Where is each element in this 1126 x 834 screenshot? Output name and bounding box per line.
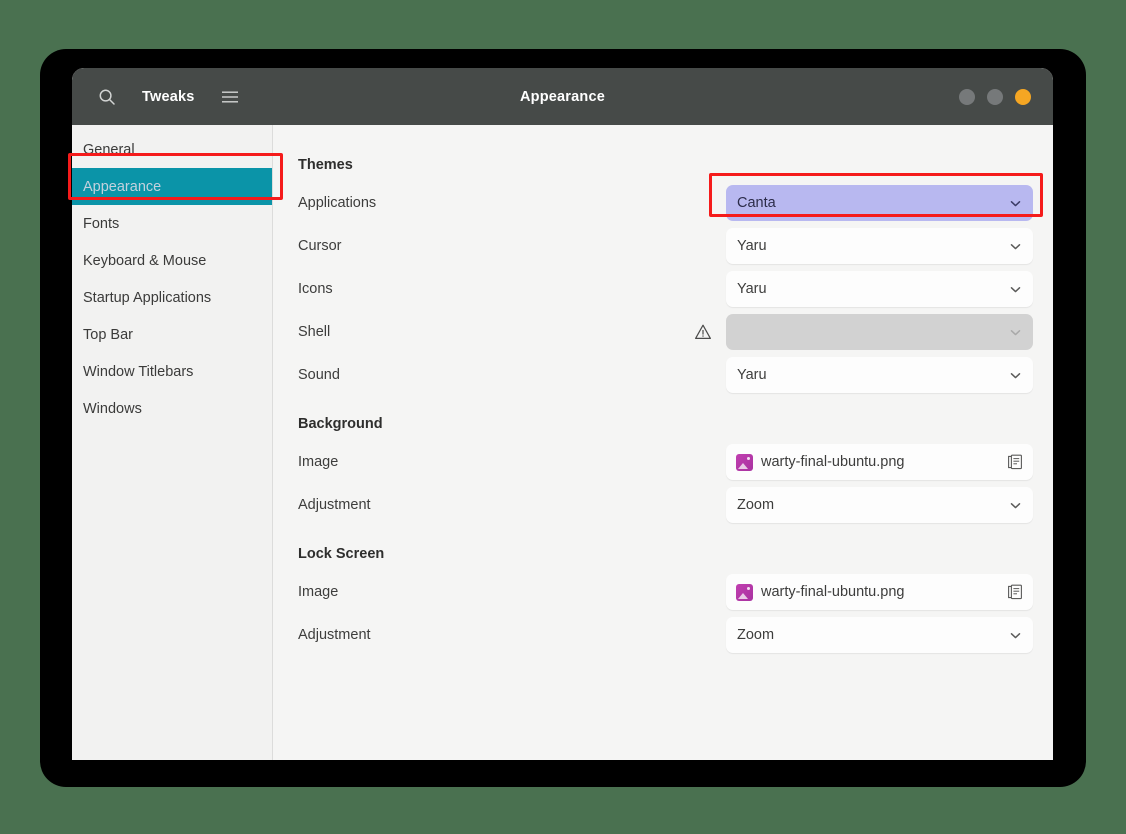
- sidebar-item-label: Appearance: [83, 178, 162, 195]
- sidebar-item-label: Fonts: [83, 215, 120, 232]
- minimize-button[interactable]: [959, 88, 975, 105]
- control-wrapper-themes-cursor: Yaru: [726, 228, 1033, 264]
- label-themes-cursor: Cursor: [298, 238, 342, 254]
- hamburger-menu-icon[interactable]: [217, 84, 243, 110]
- chevron-down-icon: [1009, 240, 1022, 253]
- chevron-down-icon: [1009, 499, 1022, 512]
- control-wrapper-themes-icons: Yaru: [726, 271, 1033, 307]
- section-title-lock-screen: Lock Screen: [298, 546, 385, 562]
- control-wrapper-themes-applications: Canta: [726, 185, 1033, 221]
- label-lock-screen-adjustment: Adjustment: [298, 627, 371, 643]
- combo-value-lock-screen-adjustment: Zoom: [737, 627, 775, 643]
- documents-picker-icon[interactable]: [1005, 582, 1025, 602]
- sidebar-item-top-bar[interactable]: Top Bar: [72, 316, 272, 353]
- combo-themes-applications[interactable]: Canta: [726, 185, 1033, 221]
- row-themes-applications: Applications Canta: [297, 182, 1033, 224]
- combo-value-themes-applications: Canta: [737, 195, 776, 211]
- sidebar-item-window-titlebars[interactable]: Window Titlebars: [72, 353, 272, 390]
- combo-lock-screen-adjustment[interactable]: Zoom: [726, 617, 1033, 653]
- sidebar-item-startup-applications[interactable]: Startup Applications: [72, 279, 272, 316]
- label-themes-sound: Sound: [298, 367, 340, 383]
- row-themes-icons: Icons Yaru: [297, 268, 1033, 310]
- tweaks-window: Tweaks Appearance General Appearance Fonts…: [72, 68, 1053, 760]
- sidebar-item-label: Windows: [83, 400, 142, 417]
- combo-background-adjustment[interactable]: Zoom: [726, 487, 1033, 523]
- file-button-background-image[interactable]: warty-final-ubuntu.png: [726, 444, 1033, 480]
- control-wrapper-themes-shell: [695, 314, 1033, 350]
- combo-value-themes-cursor: Yaru: [737, 238, 767, 254]
- section-title-themes: Themes: [298, 157, 353, 173]
- sidebar-item-label: General: [83, 141, 135, 158]
- combo-value-background-adjustment: Zoom: [737, 497, 775, 513]
- sidebar-item-label: Window Titlebars: [83, 363, 194, 380]
- control-wrapper-background-image: warty-final-ubuntu.png: [726, 444, 1033, 480]
- control-wrapper-lock-screen-adjustment: Zoom: [726, 617, 1033, 653]
- sidebar-item-label: Startup Applications: [83, 289, 212, 306]
- header-left-group: Tweaks: [72, 84, 243, 110]
- maximize-button[interactable]: [987, 88, 1003, 105]
- sidebar-item-general[interactable]: General: [72, 131, 272, 168]
- sidebar-item-label: Top Bar: [83, 326, 133, 343]
- search-icon[interactable]: [94, 84, 120, 110]
- warning-triangle-icon: [694, 323, 712, 341]
- close-button[interactable]: [1015, 88, 1031, 105]
- header-bar: Tweaks Appearance: [72, 68, 1053, 125]
- label-themes-applications: Applications: [298, 195, 377, 211]
- chevron-down-icon: [1009, 629, 1022, 642]
- row-background-image: Image warty-final-ubuntu.png: [297, 441, 1033, 483]
- sidebar-item-fonts[interactable]: Fonts: [72, 205, 272, 242]
- file-name-background-image: warty-final-ubuntu.png: [761, 454, 905, 470]
- label-themes-icons: Icons: [298, 281, 333, 297]
- image-thumbnail-icon: [736, 453, 753, 471]
- app-title: Tweaks: [142, 88, 195, 105]
- label-lock-screen-image: Image: [298, 584, 339, 600]
- chevron-down-icon: [1009, 369, 1022, 382]
- sidebar-item-appearance[interactable]: Appearance: [72, 168, 272, 205]
- control-wrapper-themes-sound: Yaru: [726, 357, 1033, 393]
- settings-content: Themes Applications Canta Cursor Yaru Icons Ya…: [273, 125, 1053, 760]
- chevron-down-icon: [1009, 197, 1022, 210]
- sidebar: General Appearance Fonts Keyboard & Mouse St…: [72, 125, 273, 760]
- label-themes-shell: Shell: [298, 324, 331, 340]
- label-background-adjustment: Adjustment: [298, 497, 371, 513]
- row-themes-sound: Sound Yaru: [297, 354, 1033, 396]
- file-name-lock-screen-image: warty-final-ubuntu.png: [761, 584, 905, 600]
- chevron-down-icon: [1009, 326, 1022, 339]
- row-background-adjustment: Adjustment Zoom: [297, 484, 1033, 526]
- combo-themes-cursor[interactable]: Yaru: [726, 228, 1033, 264]
- documents-picker-icon[interactable]: [1005, 452, 1025, 472]
- window-controls: [959, 88, 1053, 105]
- section-title-background: Background: [298, 416, 383, 432]
- image-thumbnail-icon: [736, 583, 753, 601]
- control-wrapper-background-adjustment: Zoom: [726, 487, 1033, 523]
- control-wrapper-lock-screen-image: warty-final-ubuntu.png: [726, 574, 1033, 610]
- combo-value-themes-sound: Yaru: [737, 367, 767, 383]
- sidebar-item-keyboard-mouse[interactable]: Keyboard & Mouse: [72, 242, 272, 279]
- combo-themes-shell: [726, 314, 1033, 350]
- file-button-lock-screen-image[interactable]: warty-final-ubuntu.png: [726, 574, 1033, 610]
- row-themes-shell: Shell: [297, 311, 1033, 353]
- chevron-down-icon: [1009, 283, 1022, 296]
- combo-themes-icons[interactable]: Yaru: [726, 271, 1033, 307]
- row-themes-cursor: Cursor Yaru: [297, 225, 1033, 267]
- row-lock-screen-image: Image warty-final-ubuntu.png: [297, 571, 1033, 613]
- window-body: General Appearance Fonts Keyboard & Mouse St…: [72, 125, 1053, 760]
- sidebar-item-label: Keyboard & Mouse: [83, 252, 207, 269]
- sidebar-item-windows[interactable]: Windows: [72, 390, 272, 427]
- label-background-image: Image: [298, 454, 339, 470]
- combo-themes-sound[interactable]: Yaru: [726, 357, 1033, 393]
- combo-value-themes-icons: Yaru: [737, 281, 767, 297]
- row-lock-screen-adjustment: Adjustment Zoom: [297, 614, 1033, 656]
